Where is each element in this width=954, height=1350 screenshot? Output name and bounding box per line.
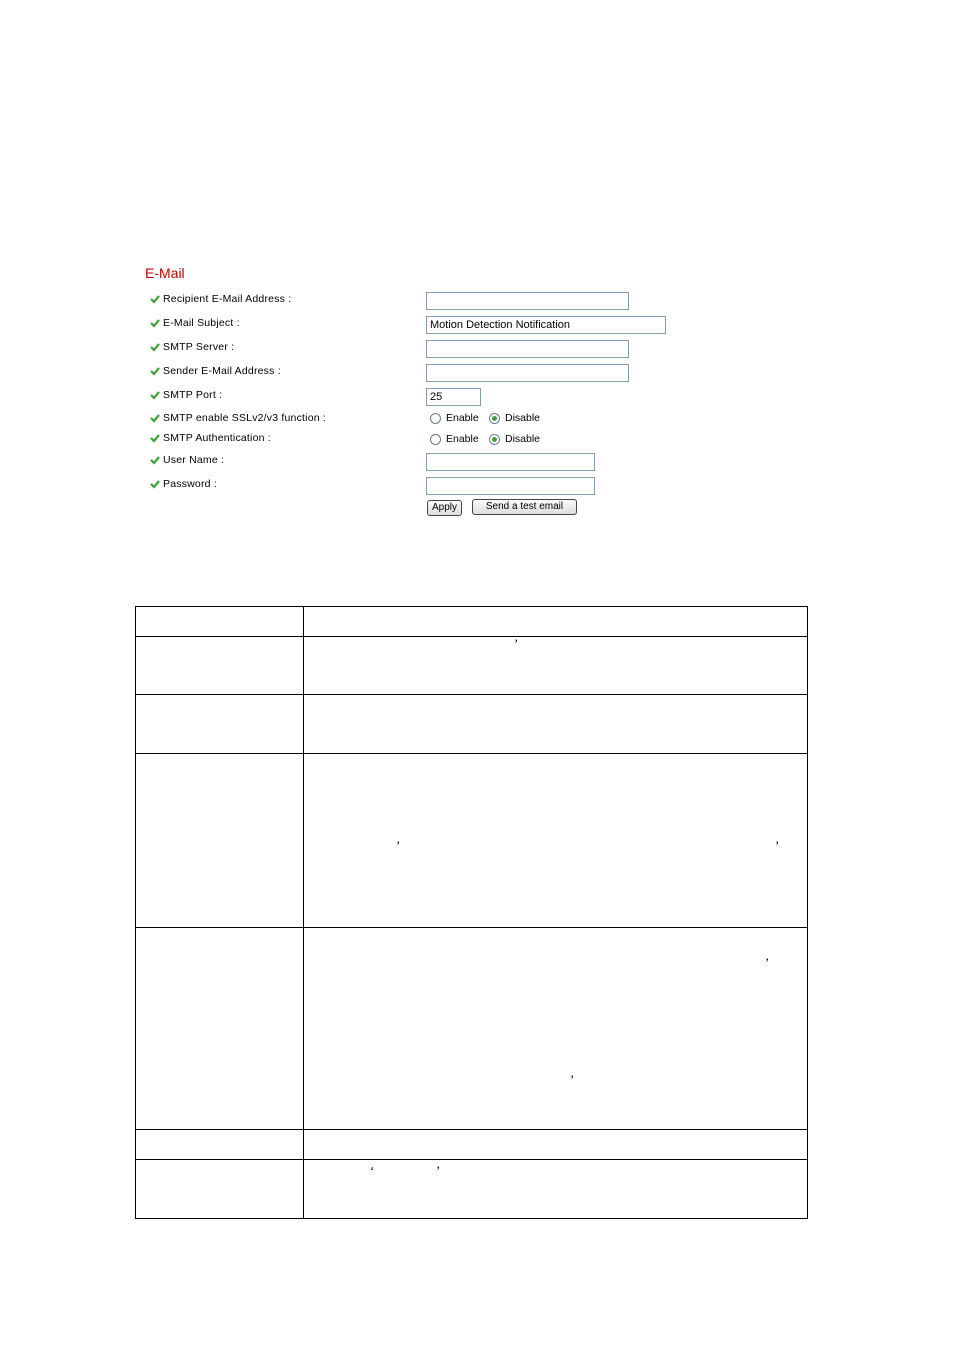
smtp-port-label: SMTP Port : bbox=[163, 389, 223, 401]
check-icon bbox=[150, 367, 160, 376]
password-input[interactable] bbox=[426, 477, 595, 495]
smtp-port-row: SMTP Port : bbox=[150, 388, 750, 406]
table-cell bbox=[303, 1159, 808, 1219]
ssl-row: SMTP enable SSLv2/v3 function : Enable D… bbox=[150, 411, 750, 429]
username-label: User Name : bbox=[163, 454, 225, 466]
auth-row: SMTP Authentication : Enable Disable bbox=[150, 431, 750, 449]
auth-enable-label: Enable bbox=[446, 433, 479, 445]
table-header-cell bbox=[303, 606, 808, 637]
ssl-label: SMTP enable SSLv2/v3 function : bbox=[163, 412, 327, 424]
table-header-row bbox=[135, 606, 808, 637]
recipient-email-input[interactable] bbox=[426, 292, 629, 310]
table-row bbox=[135, 753, 808, 928]
subject-label: E-Mail Subject : bbox=[163, 317, 240, 329]
table-cell bbox=[135, 753, 304, 928]
auth-enable-radio[interactable] bbox=[430, 434, 441, 445]
table-row bbox=[135, 927, 808, 1130]
auth-disable-radio[interactable] bbox=[489, 434, 500, 445]
punctuation-mark: ’ bbox=[436, 1163, 441, 1178]
apply-button[interactable]: Apply bbox=[427, 500, 462, 516]
table-cell bbox=[303, 753, 808, 928]
table-cell bbox=[303, 636, 808, 695]
table-cell bbox=[135, 694, 304, 754]
table-cell bbox=[135, 1159, 304, 1219]
punctuation-mark: ’ bbox=[514, 636, 519, 651]
table-cell bbox=[303, 927, 808, 1130]
ssl-disable-radio[interactable] bbox=[489, 413, 500, 424]
sender-email-input[interactable] bbox=[426, 364, 629, 382]
smtp-port-input[interactable] bbox=[426, 388, 481, 406]
table-cell bbox=[303, 1129, 808, 1160]
page-title: E-Mail bbox=[145, 265, 185, 281]
password-row: Password : bbox=[150, 477, 750, 495]
auth-label: SMTP Authentication : bbox=[163, 432, 271, 444]
punctuation-mark: ’ bbox=[570, 1072, 575, 1087]
ssl-enable-radio[interactable] bbox=[430, 413, 441, 424]
table-header-cell bbox=[135, 606, 304, 637]
ssl-enable-label: Enable bbox=[446, 412, 479, 424]
table-row bbox=[135, 694, 808, 754]
smtp-server-row: SMTP Server : bbox=[150, 340, 750, 358]
sender-row: Sender E-Mail Address : bbox=[150, 364, 750, 382]
recipient-label: Recipient E-Mail Address : bbox=[163, 293, 292, 305]
punctuation-mark: ’ bbox=[765, 955, 770, 970]
username-input[interactable] bbox=[426, 453, 595, 471]
sender-label: Sender E-Mail Address : bbox=[163, 365, 281, 377]
ssl-disable-label: Disable bbox=[505, 412, 541, 424]
table-cell bbox=[135, 927, 304, 1130]
check-icon bbox=[150, 391, 160, 400]
description-table bbox=[135, 606, 808, 1219]
auth-disable-label: Disable bbox=[505, 433, 541, 445]
table-row bbox=[135, 1159, 808, 1219]
password-label: Password : bbox=[163, 478, 217, 490]
check-icon bbox=[150, 456, 160, 465]
check-icon bbox=[150, 414, 160, 423]
punctuation-mark: ’ bbox=[775, 838, 780, 853]
table-cell bbox=[135, 1129, 304, 1160]
punctuation-mark: ’ bbox=[396, 838, 401, 853]
username-row: User Name : bbox=[150, 453, 750, 471]
table-cell bbox=[303, 694, 808, 754]
table-row bbox=[135, 1129, 808, 1160]
send-test-email-button[interactable]: Send a test email bbox=[472, 499, 577, 515]
check-icon bbox=[150, 319, 160, 328]
subject-row: E-Mail Subject : bbox=[150, 316, 750, 334]
punctuation-mark: ‘ bbox=[370, 1163, 375, 1178]
check-icon bbox=[150, 480, 160, 489]
smtp-server-label: SMTP Server : bbox=[163, 341, 235, 353]
check-icon bbox=[150, 343, 160, 352]
subject-input[interactable] bbox=[426, 316, 666, 334]
smtp-server-input[interactable] bbox=[426, 340, 629, 358]
table-cell bbox=[135, 636, 304, 695]
table-row bbox=[135, 636, 808, 695]
recipient-row: Recipient E-Mail Address : bbox=[150, 292, 750, 310]
check-icon bbox=[150, 434, 160, 443]
check-icon bbox=[150, 295, 160, 304]
